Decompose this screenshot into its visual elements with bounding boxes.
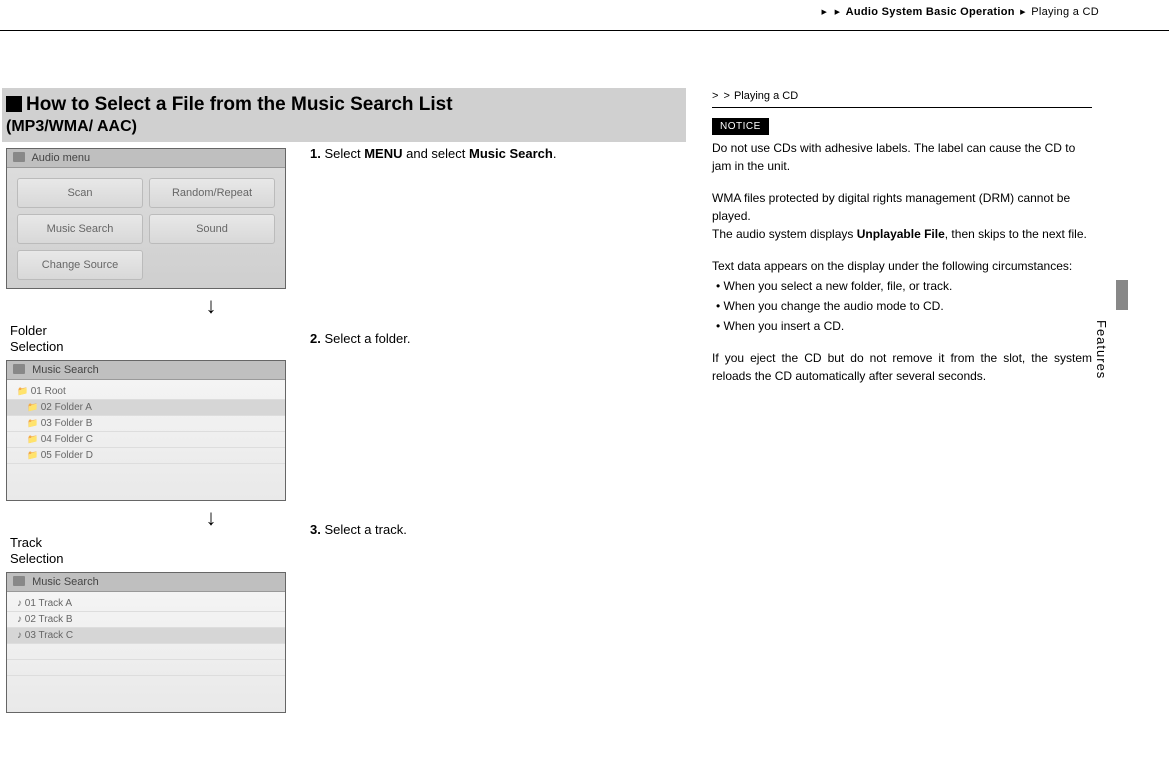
list-item: 03 Folder B [7, 416, 285, 432]
screen-music-search-folders: Music Search 01 Root 02 Folder A 03 Fold… [6, 360, 286, 501]
screen-title: Audio menu [7, 149, 285, 168]
list-item: 03 Track C [7, 628, 285, 644]
tab-label: Features [1094, 320, 1109, 379]
text: WMA files protected by digital rights ma… [712, 191, 1070, 223]
caption-line: Track [10, 535, 42, 550]
chevron-right-icon: ▶ [822, 9, 828, 16]
text: , then skips to the next file. [945, 227, 1087, 241]
list-item [7, 644, 285, 660]
step-text: Select a folder. [324, 331, 410, 346]
step-bold: Music Search [469, 146, 553, 161]
menu-item-music-search: Music Search [17, 214, 143, 244]
list-item [7, 660, 285, 676]
section-heading: How to Select a File from the Music Sear… [2, 88, 686, 142]
bullet-item: When you change the audio mode to CD. [712, 297, 1092, 315]
divider [0, 30, 1169, 31]
heading-subtitle: (MP3/WMA/ AAC) [6, 118, 676, 136]
list-item: 01 Root [7, 384, 285, 400]
square-bullet-icon [6, 96, 22, 112]
arrow-down-icon: ↓ [126, 295, 296, 317]
breadcrumb-section: Audio System Basic Operation [846, 6, 1015, 18]
bullet-item: When you insert a CD. [712, 317, 1092, 335]
step-1: 1. Select MENU and select Music Search. [310, 146, 686, 161]
text-data-intro: Text data appears on the display under t… [712, 257, 1092, 275]
step-text: and select [403, 146, 470, 161]
bullet-list: When you select a new folder, file, or t… [712, 277, 1092, 335]
music-note-icon [13, 152, 25, 162]
text-bold: Unplayable File [857, 227, 945, 241]
step-text: Select a track. [324, 522, 406, 537]
screen-title-text: Music Search [32, 364, 99, 376]
sidebar-heading: > > Playing a CD [712, 88, 1092, 108]
heading-title: How to Select a File from the Music Sear… [26, 94, 453, 115]
list-item: 04 Folder C [7, 432, 285, 448]
menu-item-change-source: Change Source [17, 250, 143, 280]
notice-text: Do not use CDs with adhesive labels. The… [712, 139, 1092, 175]
bullet-item: When you select a new folder, file, or t… [712, 277, 1092, 295]
menu-item-scan: Scan [17, 178, 143, 208]
screen-title: Music Search [7, 573, 285, 592]
screen-music-search-tracks: Music Search 01 Track A 02 Track B 03 Tr… [6, 572, 286, 713]
step-3: 3. Select a track. [310, 522, 686, 537]
caption-line: Selection [10, 551, 63, 566]
list-item: 05 Folder D [7, 448, 285, 464]
step-bold: MENU [364, 146, 402, 161]
caption-folder-selection: Folder Selection [10, 323, 296, 354]
drm-note-2: The audio system displays Unplayable Fil… [712, 225, 1092, 243]
step-2: 2. Select a folder. [310, 331, 686, 346]
text: The audio system displays [712, 227, 857, 241]
drm-note: WMA files protected by digital rights ma… [712, 189, 1092, 225]
caption-line: Folder [10, 323, 47, 338]
eject-note: If you eject the CD but do not remove it… [712, 349, 1092, 385]
menu-item-sound: Sound [149, 214, 275, 244]
list-item: 01 Track A [7, 596, 285, 612]
caption-line: Selection [10, 339, 63, 354]
chevron-right-icon: ▶ [1020, 9, 1026, 16]
music-note-icon [13, 576, 25, 586]
breadcrumb: ▶ ▶ Audio System Basic Operation ▶ Playi… [820, 6, 1099, 18]
list-item: 02 Track B [7, 612, 285, 628]
notice-badge: NOTICE [712, 118, 769, 135]
screen-title: Music Search [7, 361, 285, 380]
side-tab-features: Features [1094, 320, 1109, 379]
sidebar-heading-text: Playing a CD [734, 90, 798, 102]
step-text: . [553, 146, 557, 161]
screen-title-text: Audio menu [31, 152, 90, 164]
breadcrumb-page: Playing a CD [1031, 6, 1099, 18]
screen-title-text: Music Search [32, 576, 99, 588]
chevron-right-icon: ▶ [835, 9, 841, 16]
arrow-down-icon: ↓ [126, 507, 296, 529]
sidebar: > > Playing a CD NOTICE Do not use CDs w… [712, 88, 1092, 399]
step-text: Select [324, 146, 364, 161]
screen-audio-menu: Audio menu Scan Random/Repeat Music Sear… [6, 148, 286, 289]
tab-marker [1116, 280, 1128, 310]
caption-track-selection: Track Selection [10, 535, 296, 566]
menu-item-random-repeat: Random/Repeat [149, 178, 275, 208]
list-item: 02 Folder A [7, 400, 285, 416]
music-note-icon [13, 364, 25, 374]
